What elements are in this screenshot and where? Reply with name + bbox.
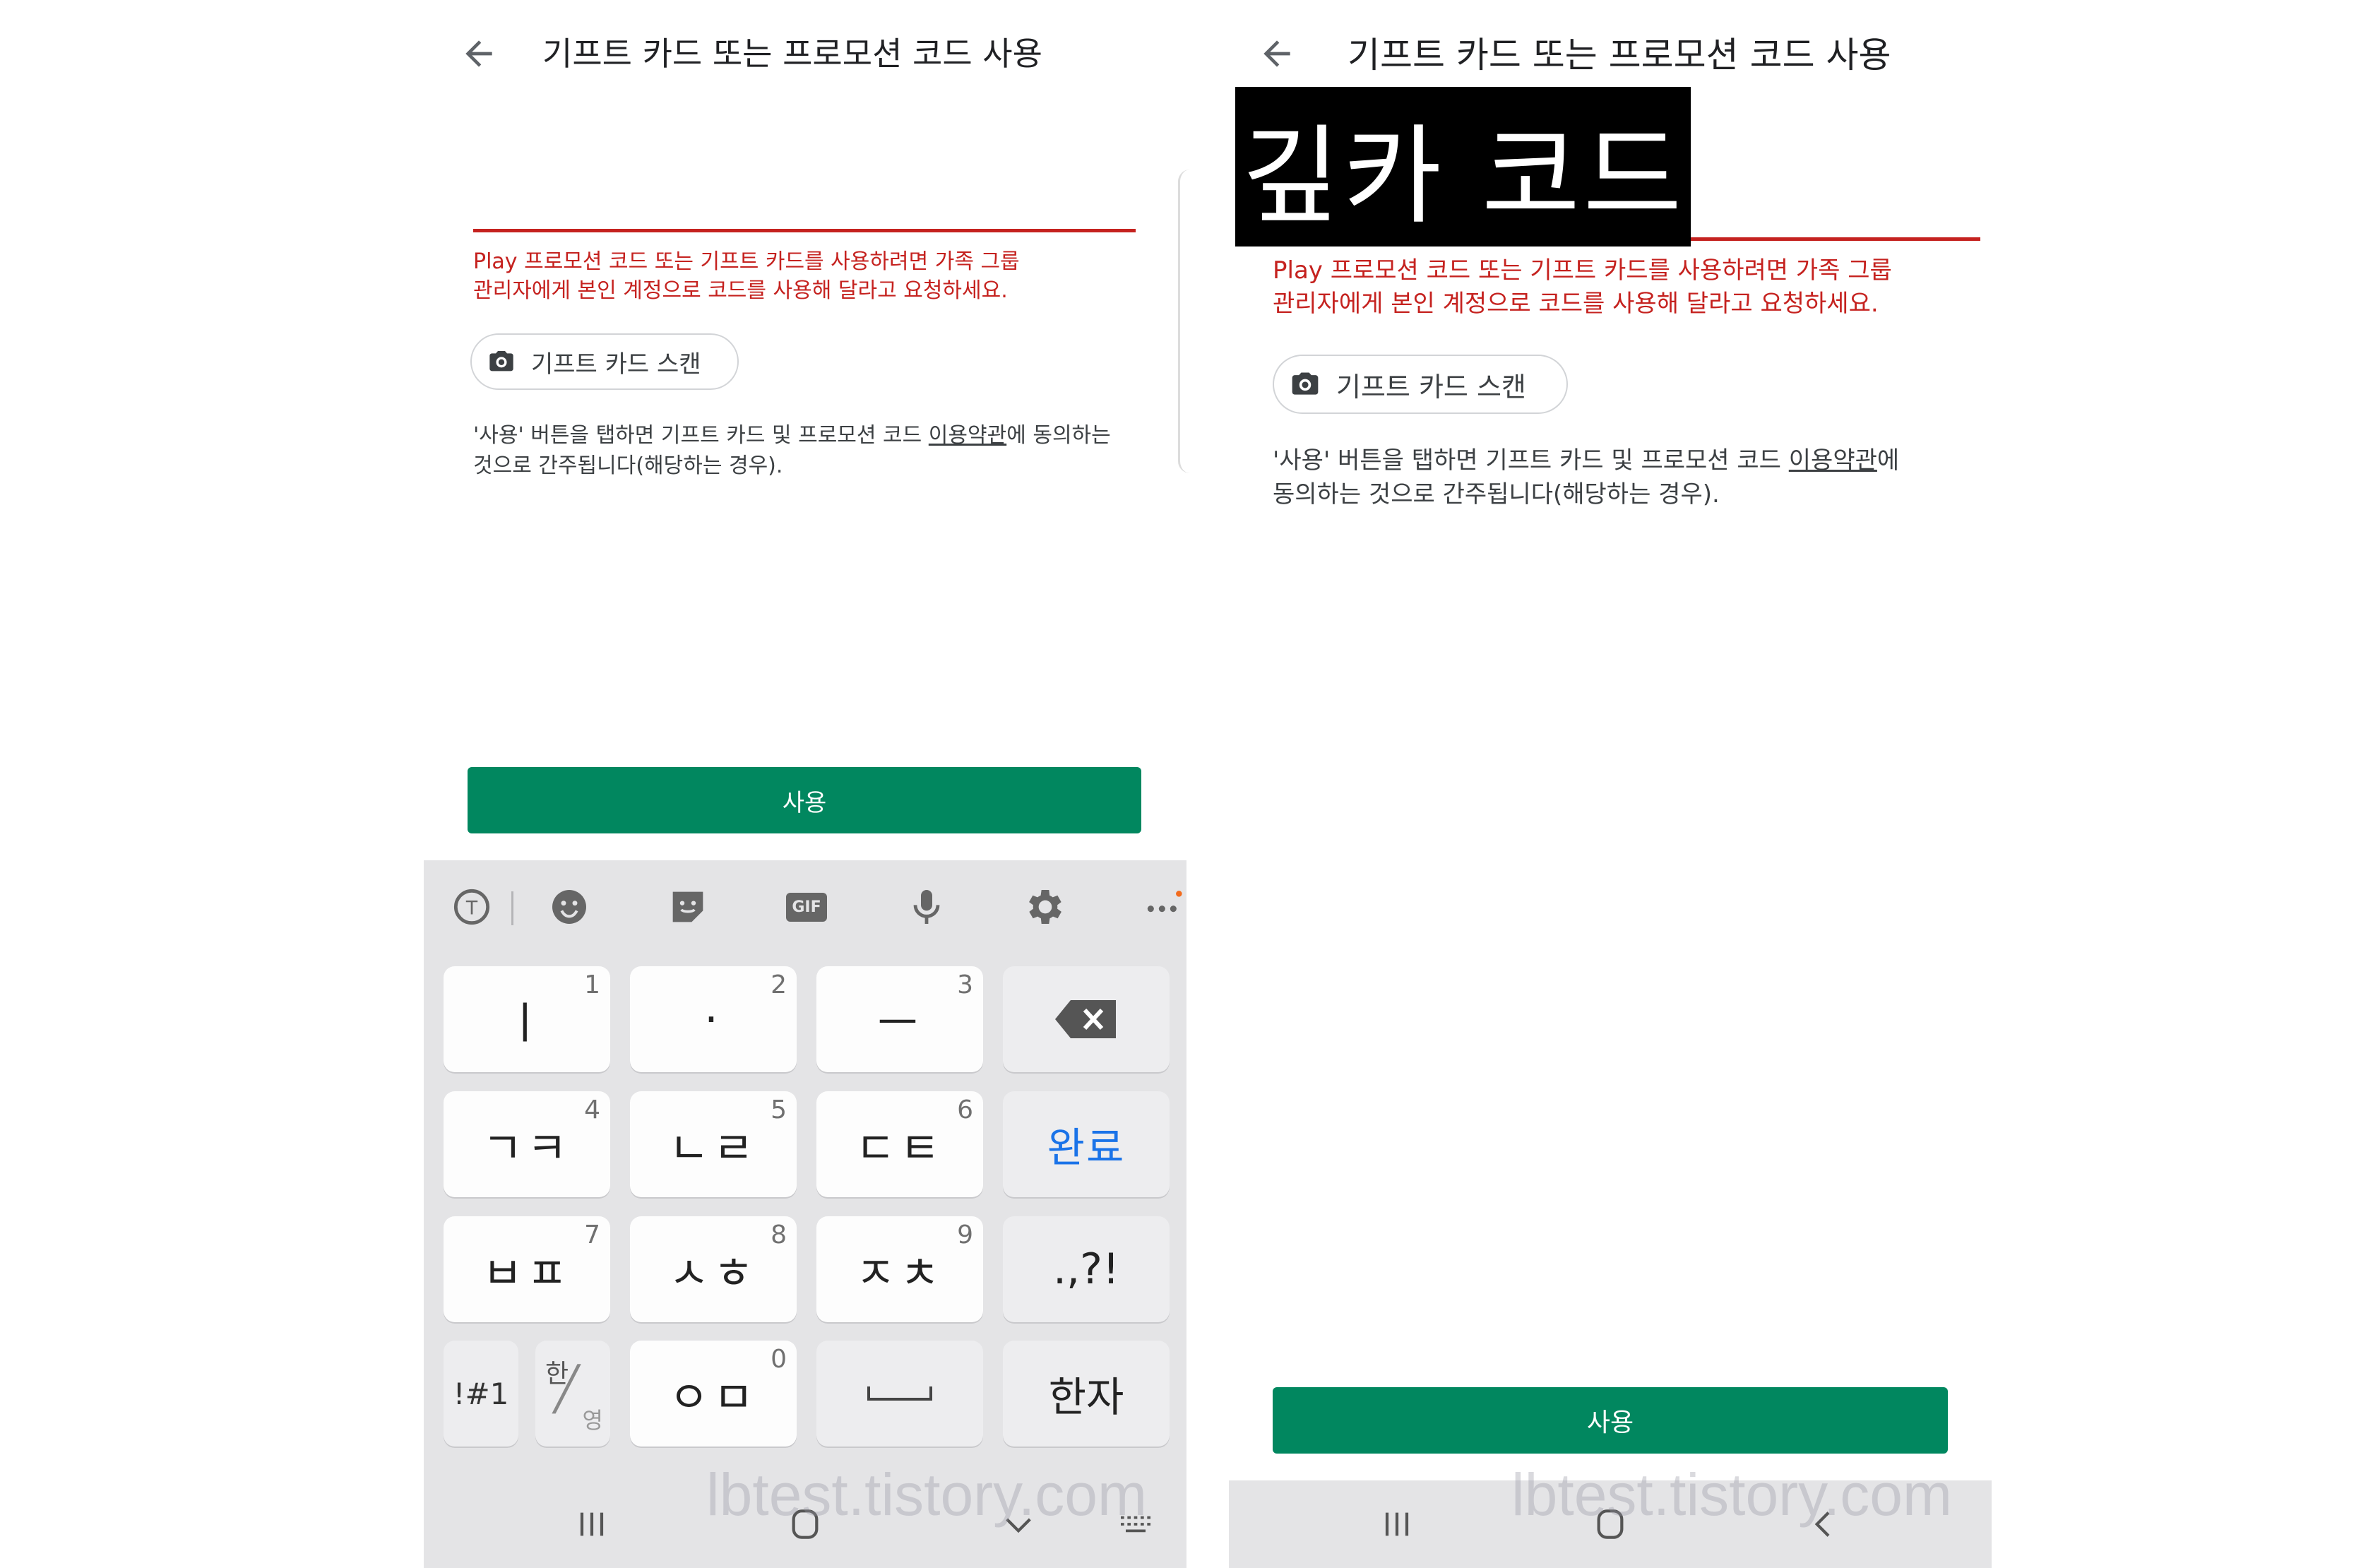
space-key[interactable]	[816, 1341, 983, 1447]
hanja-key[interactable]: 한자	[1003, 1341, 1170, 1447]
code-input-underline[interactable]	[473, 229, 1136, 232]
key-9[interactable]: 9 ㅈㅊ	[816, 1216, 983, 1322]
key-5[interactable]: 5 ㄴㄹ	[630, 1091, 797, 1197]
sticker-icon[interactable]	[665, 884, 710, 929]
key-number: 4	[584, 1095, 600, 1124]
key-label: ㅈㅊ	[855, 1247, 945, 1299]
toolbar-divider	[511, 891, 513, 925]
svg-text:T: T	[465, 898, 478, 920]
error-message: Play 프로모션 코드 또는 기프트 카드를 사용하려면 가족 그룹 관리자에…	[473, 247, 1020, 306]
gif-label: GIF	[786, 892, 827, 922]
terms-text-part: 동의하는 것으로 간주됩니다(해당하는 경우).	[1273, 480, 1720, 509]
punctuation-label: .,?!	[1052, 1245, 1120, 1294]
key-8[interactable]: 8 ㅅㅎ	[630, 1216, 797, 1322]
camera-icon	[489, 351, 513, 372]
key-label: ㄱㅋ	[482, 1122, 572, 1174]
terms-text: '사용' 버튼을 탭하면 기프트 카드 및 프로모션 코드 이용약관에 동의하는…	[473, 421, 1111, 481]
key-label: ㄴㄹ	[668, 1122, 759, 1174]
back-arrow-icon[interactable]	[1257, 34, 1297, 73]
scan-gift-card-button[interactable]: 기프트 카드 스캔	[470, 333, 739, 390]
error-line: Play 프로모션 코드 또는 기프트 카드를 사용하려면 가족 그룹	[473, 249, 1020, 274]
key-label: ㅅㅎ	[668, 1247, 759, 1299]
key-number: 6	[957, 1095, 973, 1124]
backspace-icon	[1055, 1000, 1116, 1038]
punctuation-key[interactable]: .,?!	[1003, 1216, 1170, 1322]
key-number: 5	[771, 1095, 787, 1124]
watermark: lbtest.tistory.com	[706, 1461, 1147, 1528]
terms-text-part: 것으로 간주됩니다(해당하는 경우).	[473, 453, 783, 478]
terms-link[interactable]: 이용약관	[1789, 446, 1877, 475]
mic-icon[interactable]	[904, 884, 949, 929]
error-line: 관리자에게 본인 계정으로 코드를 사용해 달라고 요청하세요.	[1273, 289, 1879, 318]
key-label: ㄷㅌ	[855, 1122, 945, 1174]
page-title: 기프트 카드 또는 프로모션 코드 사용	[1348, 35, 1891, 76]
gif-icon[interactable]: GIF	[784, 884, 829, 929]
key-2[interactable]: 2 ·	[630, 966, 797, 1072]
screen-left: 기프트 카드 또는 프로모션 코드 사용 Play 프로모션 코드 또는 기프트…	[424, 0, 1186, 1568]
error-line: 관리자에게 본인 계정으로 코드를 사용해 달라고 요청하세요.	[473, 278, 1008, 304]
symbols-key[interactable]: !#1	[444, 1341, 518, 1447]
key-label: ㅂㅍ	[482, 1247, 572, 1299]
key-number: 8	[771, 1220, 787, 1249]
terms-link[interactable]: 이용약관	[929, 423, 1006, 448]
key-label: ㅣ	[504, 997, 549, 1049]
emoji-icon[interactable]	[547, 884, 592, 929]
done-key[interactable]: 완료	[1003, 1091, 1170, 1197]
watermark: lbtest.tistory.com	[1511, 1461, 1952, 1528]
space-icon	[867, 1386, 932, 1401]
recent-apps-icon[interactable]	[572, 1504, 612, 1544]
key-6[interactable]: 6 ㄷㅌ	[816, 1091, 983, 1197]
terms-text-part: '사용' 버튼을 탭하면 기프트 카드 및 프로모션 코드	[473, 423, 929, 448]
done-label: 완료	[1047, 1124, 1126, 1172]
terms-text-part: '사용' 버튼을 탭하면 기프트 카드 및 프로모션 코드	[1273, 446, 1789, 475]
key-7[interactable]: 7 ㅂㅍ	[444, 1216, 610, 1322]
use-button[interactable]: 사용	[1273, 1387, 1948, 1454]
backspace-key[interactable]	[1003, 966, 1170, 1072]
key-1[interactable]: 1 ㅣ	[444, 966, 610, 1072]
key-0[interactable]: 0 ㅇㅁ	[630, 1341, 797, 1447]
key-number: 0	[771, 1345, 787, 1374]
scan-label: 기프트 카드 스캔	[1336, 371, 1526, 403]
key-number: 2	[771, 970, 787, 999]
key-number: 1	[584, 970, 600, 999]
key-4[interactable]: 4 ㄱㅋ	[444, 1091, 610, 1197]
error-message: Play 프로모션 코드 또는 기프트 카드를 사용하려면 가족 그룹 관리자에…	[1273, 254, 1892, 321]
slash-divider: ╱	[554, 1365, 580, 1414]
language-toggle-key[interactable]: 한 ╱ 영	[535, 1341, 610, 1447]
error-line: Play 프로모션 코드 또는 기프트 카드를 사용하려면 가족 그룹	[1273, 256, 1892, 285]
terms-text-part: 에	[1877, 446, 1900, 475]
page-title: 기프트 카드 또는 프로모션 코드 사용	[542, 35, 1042, 73]
key-number: 9	[957, 1220, 973, 1249]
key-number: 3	[957, 970, 973, 999]
more-icon[interactable]	[1141, 884, 1186, 929]
gear-icon[interactable]	[1023, 884, 1068, 929]
card-edge	[1178, 170, 1190, 473]
use-button[interactable]: 사용	[468, 767, 1141, 833]
terms-text: '사용' 버튼을 탭하면 기프트 카드 및 프로모션 코드 이용약관에 동의하는…	[1273, 444, 1899, 512]
key-label: ·	[704, 993, 722, 1045]
key-label: ㅇㅁ	[668, 1372, 759, 1423]
english-label: 영	[582, 1407, 603, 1434]
key-label: ㅡ	[877, 997, 922, 1049]
redaction-label: 깊카 코드	[1235, 87, 1691, 247]
key-number: 7	[584, 1220, 600, 1249]
hanja-label: 한자	[1048, 1373, 1124, 1421]
scan-label: 기프트 카드 스캔	[531, 350, 701, 379]
camera-icon	[1292, 372, 1319, 395]
translate-icon[interactable]: T	[449, 884, 494, 929]
terms-text-part: 에 동의하는	[1006, 423, 1111, 448]
recent-apps-icon[interactable]	[1377, 1504, 1417, 1544]
back-arrow-icon[interactable]	[459, 34, 499, 73]
scan-gift-card-button[interactable]: 기프트 카드 스캔	[1273, 355, 1568, 414]
symbols-label: !#1	[453, 1376, 509, 1411]
key-3[interactable]: 3 ㅡ	[816, 966, 983, 1072]
